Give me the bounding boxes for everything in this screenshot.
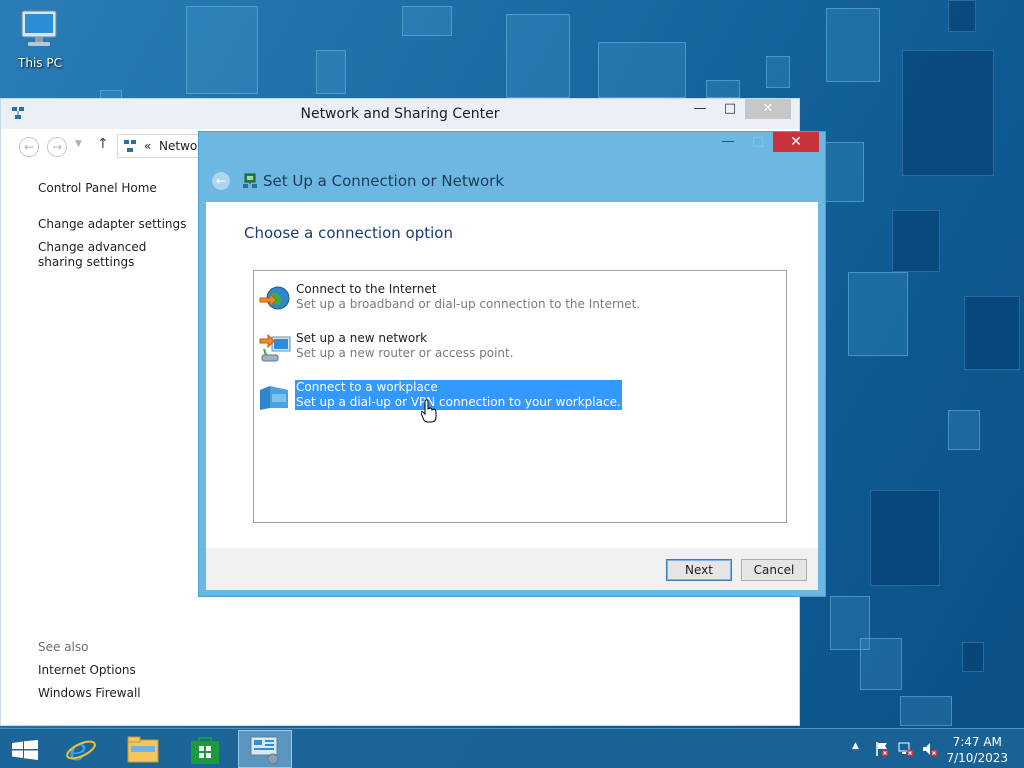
internet-explorer-button[interactable]: e (54, 730, 108, 768)
option-connect-internet[interactable]: Connect to the Internet Set up a broadba… (258, 282, 778, 316)
forward-arrow-icon: → (51, 140, 63, 154)
clock-date: 7/10/2023 (946, 751, 1008, 765)
close-button[interactable]: ✕ (745, 99, 791, 119)
see-also-heading: See also (38, 640, 89, 654)
dialog-close-button[interactable]: ✕ (773, 132, 819, 152)
nsc-titlebar[interactable]: Network and Sharing Center — □ ✕ (1, 99, 799, 129)
back-button[interactable]: ← (19, 137, 39, 157)
option-new-network[interactable]: Set up a new network Set up a new router… (258, 331, 778, 365)
change-advanced-sharing-link[interactable]: Change advanced sharing settings (38, 240, 188, 270)
router-icon (258, 333, 292, 365)
dialog-maximize-button[interactable]: □ (743, 132, 773, 152)
network-status-icon[interactable] (898, 741, 914, 757)
dialog-minimize-button[interactable]: — (713, 132, 743, 152)
dialog-content: Choose a connection option Connect to th… (206, 202, 818, 548)
computer-icon (18, 8, 62, 52)
change-adapter-settings-link[interactable]: Change adapter settings (38, 217, 186, 232)
this-pc-desktop-icon[interactable]: This PC (14, 8, 66, 70)
workplace-icon (258, 382, 292, 414)
windows-firewall-link[interactable]: Windows Firewall (38, 686, 141, 701)
start-button[interactable] (0, 730, 48, 768)
option-title: Connect to the Internet (296, 282, 437, 296)
address-prefix: « (143, 139, 152, 153)
volume-muted-icon[interactable] (922, 741, 938, 757)
network-setup-icon (242, 173, 258, 189)
connection-options-list: Connect to the Internet Set up a broadba… (253, 270, 787, 523)
setup-connection-dialog: — □ ✕ ← Set Up a Connection or Network C… (198, 131, 826, 597)
taskbar: e ▲ 7:47 AM 7/10/2023 (0, 728, 1024, 768)
clock-time: 7:47 AM (952, 735, 1002, 749)
maximize-button[interactable]: □ (715, 99, 745, 119)
internet-options-link[interactable]: Internet Options (38, 663, 136, 678)
back-arrow-icon: ← (215, 174, 227, 188)
dialog-footer: Next Cancel (206, 548, 818, 590)
nsc-title: Network and Sharing Center (300, 106, 500, 122)
dialog-title: Set Up a Connection or Network (263, 172, 505, 190)
action-center-flag-icon[interactable] (874, 741, 890, 757)
recent-locations-chevron-icon[interactable]: ▼ (75, 139, 82, 149)
address-network-icon (124, 140, 136, 152)
show-hidden-icons-chevron-icon[interactable]: ▲ (852, 741, 868, 757)
cancel-button[interactable]: Cancel (741, 559, 807, 581)
control-panel-icon (249, 735, 281, 768)
option-title: Set up a new network (296, 331, 428, 345)
system-clock[interactable]: 7:47 AM 7/10/2023 (946, 734, 1008, 766)
up-arrow-icon[interactable]: ↑ (97, 136, 109, 152)
globe-icon (258, 284, 292, 316)
store-icon (190, 735, 220, 768)
option-connect-workplace[interactable]: Connect to a workplace Set up a dial-up … (258, 380, 778, 414)
forward-button[interactable]: → (47, 137, 67, 157)
back-arrow-icon: ← (23, 140, 35, 154)
hand-cursor-icon (420, 399, 437, 426)
control-panel-home-link[interactable]: Control Panel Home (38, 181, 157, 196)
file-explorer-icon (127, 736, 159, 767)
option-description: Set up a new router or access point. (296, 346, 514, 360)
option-title: Connect to a workplace (296, 380, 438, 394)
choose-heading: Choose a connection option (244, 224, 453, 242)
dialog-header: ← Set Up a Connection or Network (206, 162, 818, 200)
store-button[interactable] (178, 730, 232, 768)
file-explorer-button[interactable] (116, 730, 170, 768)
option-description: Set up a broadband or dial-up connection… (296, 297, 641, 311)
dialog-back-button[interactable]: ← (212, 172, 230, 190)
control-panel-taskbar-button[interactable] (238, 730, 292, 768)
option-description: Set up a dial-up or VPN connection to yo… (296, 395, 621, 409)
this-pc-label: This PC (18, 56, 62, 70)
start-icon (12, 740, 38, 763)
ie-icon: e (65, 733, 97, 768)
minimize-button[interactable]: — (685, 99, 715, 119)
next-button[interactable]: Next (666, 559, 732, 581)
